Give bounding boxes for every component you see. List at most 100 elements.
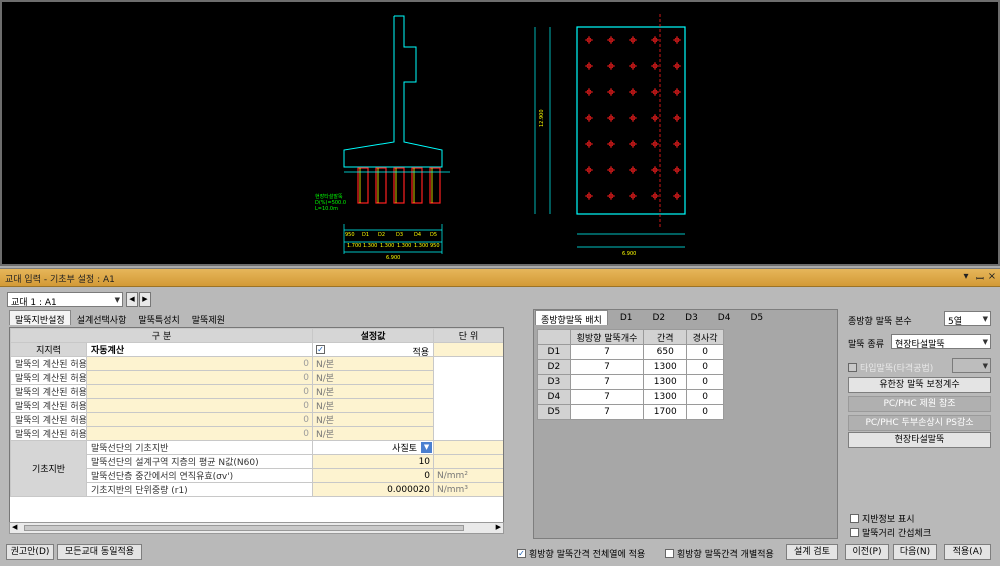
recommend-button[interactable]: 권고안(D)	[6, 544, 54, 560]
row-value[interactable]: 0	[85, 370, 314, 385]
row-value[interactable]: 0.000020	[312, 482, 435, 497]
pile-angle-cell[interactable]: 0	[686, 374, 724, 390]
driven-pile-checkbox[interactable]: 타입말뚝(타격공법)	[848, 361, 933, 374]
tab-design-options[interactable]: 설계선택사항	[71, 310, 133, 326]
dim-left-5: D5	[430, 232, 437, 238]
close-icon[interactable]: ×	[986, 271, 998, 282]
pile-type-select[interactable]: 현장타설말뚝 ▼	[891, 334, 991, 350]
phc-spec-button[interactable]: PC/PHC 제원 참조	[848, 396, 991, 412]
pile-plan-mark	[651, 88, 659, 96]
pile-plan-mark	[673, 36, 681, 44]
row-value[interactable]: 0	[312, 468, 435, 483]
title-bar: 교대 입력 - 기초부 설정 : A1 ▾ ꟷ ×	[0, 269, 1000, 287]
chevron-down-icon: ▼	[421, 442, 433, 453]
checkbox-icon	[665, 549, 674, 558]
apply-each-row-checkbox[interactable]: 횡방향 말뚝간격 개별적용	[665, 547, 774, 560]
table-row: D2 7 1300 0	[537, 359, 724, 375]
pile-count-cell[interactable]: 7	[569, 374, 645, 390]
pile-count-cell[interactable]: 7	[569, 359, 645, 375]
pile-interference-checkbox[interactable]: 말뚝거리 간섭체크	[850, 526, 931, 539]
checkbox-icon	[848, 363, 857, 372]
tab-d5[interactable]: D5	[744, 310, 769, 325]
pile-gap-cell[interactable]: 1300	[643, 359, 688, 375]
prev-button[interactable]: 이전(P)	[845, 544, 889, 560]
pile-plan-mark	[651, 140, 659, 148]
tab-pile-specs[interactable]: 말뚝제원	[186, 310, 231, 326]
pile-interference-label: 말뚝거리 간섭체크	[862, 529, 932, 539]
pile-count-cell[interactable]: 7	[569, 389, 645, 405]
scroll-right-icon[interactable]: ▶	[496, 523, 501, 531]
next-abutment-button[interactable]: ▶	[139, 292, 151, 307]
pile-count-select[interactable]: 5열 ▼	[944, 311, 991, 327]
foundation-soil-value: 사질토	[392, 444, 418, 454]
pile-angle-cell[interactable]: 0	[686, 389, 724, 405]
pin-icon[interactable]: ꟷ	[974, 271, 986, 285]
row-unit: N/본	[312, 370, 435, 385]
group-foundation: 기초지반	[10, 440, 87, 497]
apply-each-row-label: 횡방향 말뚝간격 개별적용	[677, 550, 774, 560]
window-menu-icon[interactable]: ▾	[960, 271, 972, 282]
tab-pile-properties[interactable]: 말뚝특성치	[132, 310, 185, 326]
phc-head-damage-button[interactable]: PC/PHC 두부손상시 PS감소	[848, 415, 991, 431]
row-unit	[433, 454, 503, 469]
design-review-button[interactable]: 설계 검토	[786, 544, 838, 560]
plan-height: 12.900	[539, 110, 545, 128]
prev-abutment-button[interactable]: ◀	[126, 292, 138, 307]
row-value[interactable]: 0	[85, 426, 314, 441]
pile-plan-mark	[651, 192, 659, 200]
apply-all-rows-checkbox[interactable]: ✓ 횡방향 말뚝간격 전체열에 적용	[517, 547, 645, 560]
pile-gap-cell[interactable]: 1700	[643, 404, 688, 420]
pile-count-cell[interactable]: 7	[569, 404, 645, 420]
pile-count-cell[interactable]: 7	[569, 344, 645, 360]
row-label: 기초지반의 단위중량 (r1)	[85, 482, 314, 497]
finite-length-coef-button[interactable]: 유한장 말뚝 보정계수	[848, 377, 991, 393]
apply-button[interactable]: 적용(A)	[944, 544, 991, 560]
row-value[interactable]: 0	[85, 412, 314, 427]
tab-d2[interactable]: D2	[646, 310, 671, 325]
pile-plan-mark	[651, 62, 659, 70]
abutment-selector[interactable]: 교대 1 : A1 ▼	[7, 292, 123, 308]
pile-gap-cell[interactable]: 1300	[643, 389, 688, 405]
header-value: 설정값	[312, 328, 435, 343]
pile-plan-mark	[673, 140, 681, 148]
pile-plan-mark	[629, 140, 637, 148]
pile-angle-cell[interactable]: 0	[686, 404, 724, 420]
pile-angle-cell[interactable]: 0	[686, 344, 724, 360]
tab-d3[interactable]: D3	[679, 310, 704, 325]
scroll-thumb[interactable]	[24, 525, 464, 531]
dim-left-4: D4	[414, 232, 421, 238]
foundation-soil-select[interactable]: 사질토 ▼	[312, 440, 435, 455]
tab-longitudinal-layout[interactable]: 종방향말뚝 배치	[535, 310, 608, 326]
pile-gap-cell[interactable]: 1300	[643, 374, 688, 390]
scroll-left-icon[interactable]: ◀	[12, 523, 17, 531]
tab-pile-ground[interactable]: 말뚝지반설정	[9, 310, 71, 326]
header-gap: 간격	[643, 329, 688, 345]
horizontal-scrollbar[interactable]: ◀ ▶	[9, 522, 504, 534]
driven-pile-select[interactable]: ▼	[952, 358, 991, 373]
next-button[interactable]: 다음(N)	[893, 544, 937, 560]
abutment-section-drawing	[343, 15, 443, 168]
checkbox-checked-icon: ✓	[517, 549, 526, 558]
row-value[interactable]: 0	[85, 384, 314, 399]
tab-d4[interactable]: D4	[712, 310, 737, 325]
pile-plan-mark	[629, 36, 637, 44]
row-value[interactable]: 0	[85, 398, 314, 413]
cast-in-place-pile-button[interactable]: 현장타설말뚝	[848, 432, 991, 448]
group-bearing: 지지력	[10, 342, 87, 357]
apply-all-abutments-button[interactable]: 모든교대 동일적용	[57, 544, 142, 560]
row-value[interactable]: 10	[312, 454, 435, 469]
pile-plan-mark	[585, 62, 593, 70]
show-ground-info-checkbox[interactable]: 지반정보 표시	[850, 512, 915, 525]
tab-d1[interactable]: D1	[614, 310, 639, 325]
pile-angle-cell[interactable]: 0	[686, 359, 724, 375]
row-unit: N/본	[312, 426, 435, 441]
cad-drawing-area[interactable]: 현장타설말뚝 D(%)=500.0 L=10.0m 950 D1 D2 D3 D…	[0, 0, 1000, 266]
pile-plan-mark	[607, 114, 615, 122]
auto-calc-checkbox[interactable]: ✓ 적용	[312, 342, 435, 357]
pile-type-value: 현장타설말뚝	[895, 340, 945, 350]
pile-gap-cell[interactable]: 650	[643, 344, 688, 360]
row-value[interactable]: 0	[85, 356, 314, 371]
abutment-input-window: 교대 입력 - 기초부 설정 : A1 ▾ ꟷ × 교대 1 : A1 ▼ ◀ …	[0, 268, 1000, 566]
checkbox-icon	[850, 528, 859, 537]
pile-label-3: L=10.0m	[315, 206, 338, 212]
